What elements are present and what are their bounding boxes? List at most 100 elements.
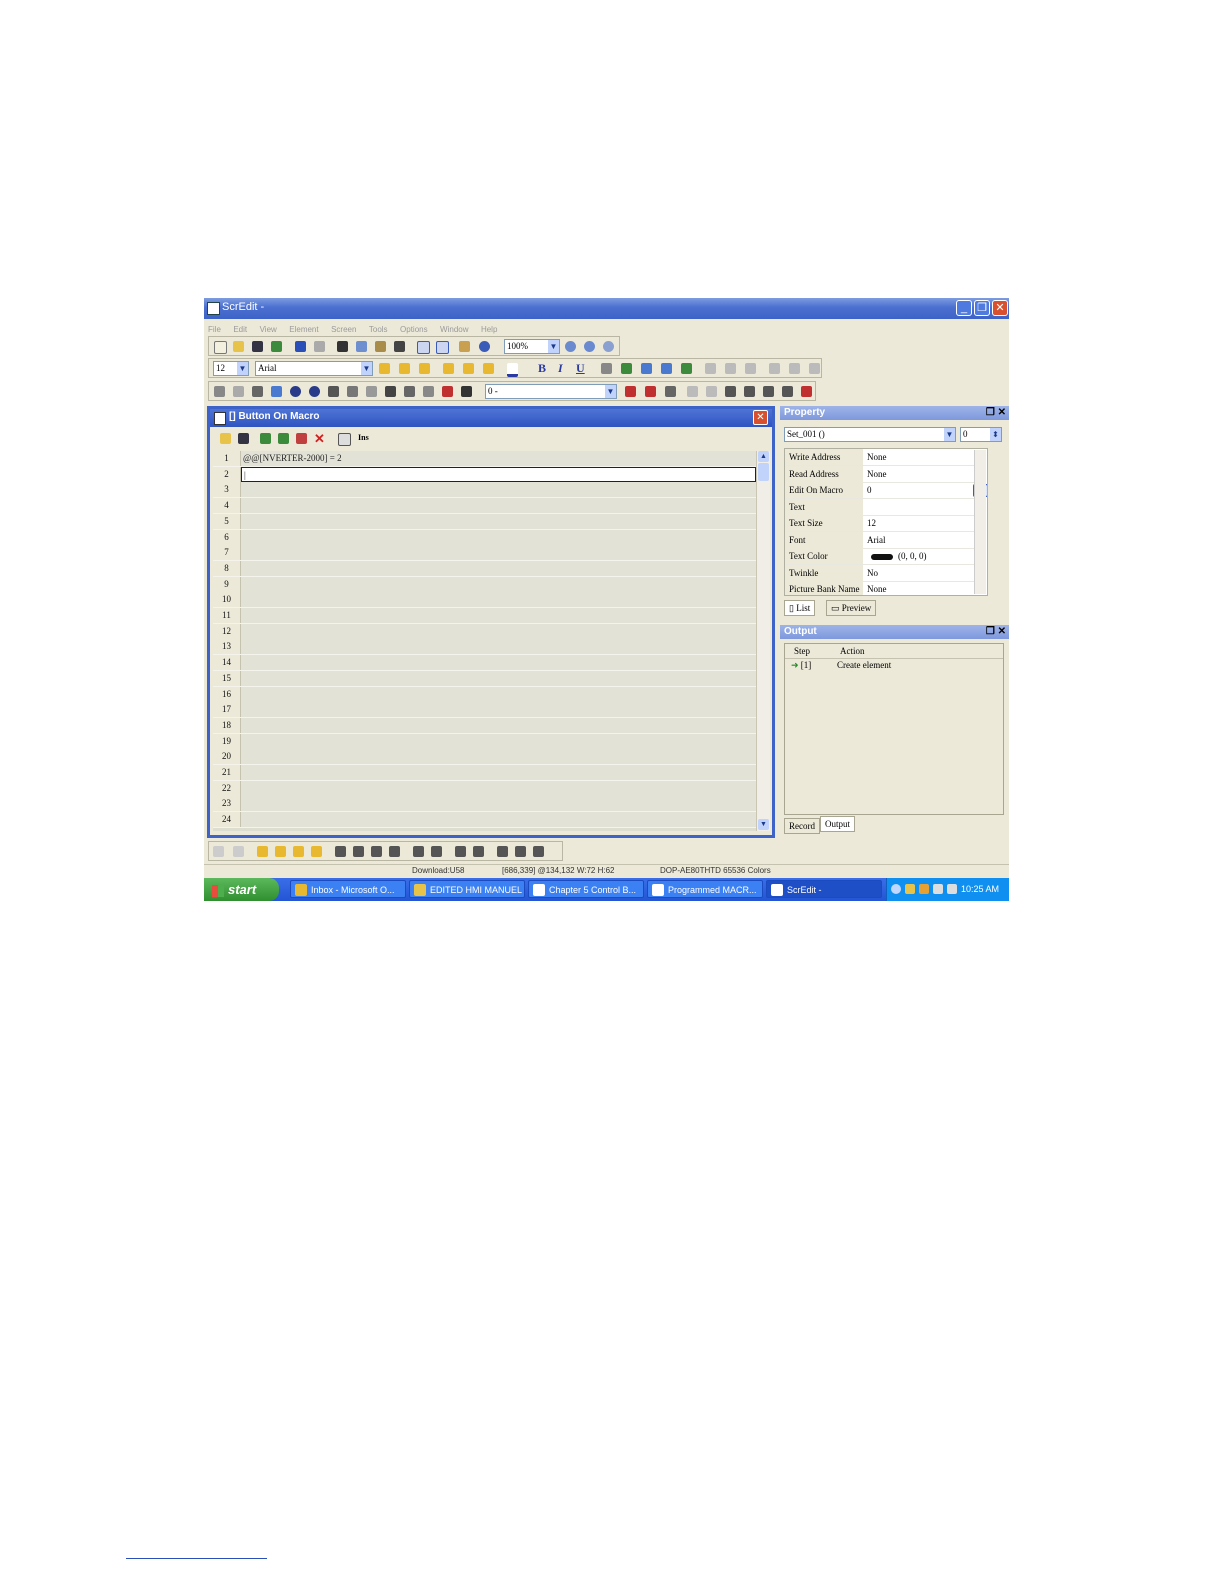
menu-file[interactable]: File <box>208 325 221 334</box>
task-scredit[interactable]: ScrEdit - <box>766 880 882 898</box>
keypad-element-icon[interactable] <box>461 386 472 397</box>
table-element-icon[interactable] <box>404 386 415 397</box>
pattern-element-icon[interactable] <box>328 386 339 397</box>
macro-line[interactable]: 17 <box>213 702 758 719</box>
line-text[interactable] <box>241 529 758 545</box>
group-icon[interactable] <box>661 363 672 374</box>
layout-1-icon[interactable] <box>705 363 716 374</box>
bring-front-icon[interactable] <box>257 846 268 857</box>
align-c-icon[interactable] <box>353 846 364 857</box>
alarm-element-icon[interactable] <box>442 386 453 397</box>
open-icon[interactable] <box>220 433 231 444</box>
line-text[interactable] <box>241 717 758 733</box>
tab-output[interactable]: Output <box>820 816 856 832</box>
property-row[interactable]: Read Address None <box>785 465 975 483</box>
picture-icon[interactable] <box>621 363 632 374</box>
ins-label[interactable]: Ins <box>358 433 369 442</box>
property-value[interactable]: No <box>867 565 975 581</box>
meter-element-icon[interactable] <box>233 386 244 397</box>
space-v-icon[interactable] <box>431 846 442 857</box>
forward-icon[interactable] <box>293 846 304 857</box>
line-text[interactable] <box>241 513 758 529</box>
property-value[interactable]: 0 <box>867 482 975 498</box>
tab-record[interactable]: Record <box>784 818 820 834</box>
line-text[interactable] <box>241 780 758 796</box>
tool-4-icon[interactable] <box>687 386 698 397</box>
center-v-icon[interactable] <box>515 846 526 857</box>
cut-icon[interactable] <box>337 341 348 352</box>
line-text[interactable] <box>241 812 758 828</box>
layout-4-icon[interactable] <box>769 363 780 374</box>
layer-select[interactable]: 0 - ▼ <box>485 384 617 399</box>
italic-button[interactable]: I <box>558 361 563 376</box>
line-text[interactable] <box>241 749 758 765</box>
network-icon[interactable] <box>933 884 943 894</box>
menu-tools[interactable]: Tools <box>369 325 388 334</box>
macro-line[interactable]: 16 <box>213 686 758 703</box>
layout-5-icon[interactable] <box>789 363 800 374</box>
line-text[interactable] <box>241 796 758 812</box>
move-up-icon[interactable] <box>260 433 271 444</box>
backward-icon[interactable] <box>311 846 322 857</box>
move-down-icon[interactable] <box>278 433 289 444</box>
display-element-icon[interactable] <box>366 386 377 397</box>
zoom-in-icon[interactable] <box>565 341 576 352</box>
property-row[interactable]: Font Arial <box>785 531 975 549</box>
line-text[interactable] <box>241 545 758 561</box>
save-icon[interactable] <box>252 341 263 352</box>
index-spinner[interactable]: 0 ⬍ <box>960 427 1002 442</box>
align-bottom-icon[interactable] <box>483 363 494 374</box>
restore-button[interactable]: ❐ <box>974 300 990 316</box>
output-row[interactable]: ➜ [1] Create element <box>791 660 891 671</box>
center-h-icon[interactable] <box>497 846 508 857</box>
pen-icon[interactable] <box>601 363 612 374</box>
property-value[interactable]: None <box>867 466 975 482</box>
screen-icon[interactable] <box>417 341 430 354</box>
zoom-out-icon[interactable] <box>584 341 595 352</box>
export-icon[interactable] <box>271 341 282 352</box>
move-icon[interactable] <box>681 363 692 374</box>
redo-icon[interactable] <box>314 341 325 352</box>
element-select[interactable]: Set_001 () ▼ <box>784 427 956 442</box>
tool-2-icon[interactable] <box>645 386 656 397</box>
center-both-icon[interactable] <box>533 846 544 857</box>
property-grid[interactable]: Write Address None Read Address None Edit On… <box>784 448 988 596</box>
underline-button[interactable]: U <box>576 361 585 376</box>
macro-line[interactable]: 14 <box>213 655 758 672</box>
property-value[interactable]: None <box>867 581 975 595</box>
line-text[interactable] <box>241 686 758 702</box>
macro-line[interactable]: 1 @@[NVERTER-2000] = 2 <box>213 451 758 467</box>
align-b-icon[interactable] <box>389 846 400 857</box>
line-text[interactable] <box>241 608 758 623</box>
find-icon[interactable] <box>394 341 405 352</box>
menu-element[interactable]: Element <box>289 325 318 334</box>
macro-line[interactable]: 24 <box>213 812 758 829</box>
scroll-thumb[interactable] <box>758 463 769 481</box>
menu-window[interactable]: Window <box>440 325 468 334</box>
align-right-icon[interactable] <box>419 363 430 374</box>
property-value[interactable]: 12 <box>867 515 975 531</box>
menu-options[interactable]: Options <box>400 325 428 334</box>
zoom-select[interactable]: 100% ▼ <box>504 339 560 354</box>
layout-6-icon[interactable] <box>809 363 820 374</box>
line-text[interactable] <box>241 592 758 608</box>
task-inbox[interactable]: Inbox - Microsoft O... <box>290 880 406 898</box>
align-center-icon[interactable] <box>399 363 410 374</box>
close-icon[interactable]: ✕ <box>314 432 325 445</box>
size-w-icon[interactable] <box>455 846 466 857</box>
align-top-icon[interactable] <box>443 363 454 374</box>
line-text[interactable] <box>241 670 758 686</box>
size-h-icon[interactable] <box>473 846 484 857</box>
menu-edit[interactable]: Edit <box>233 325 247 334</box>
new-icon[interactable] <box>214 341 227 354</box>
line-text[interactable] <box>241 733 758 749</box>
macro-line[interactable]: 13 <box>213 639 758 656</box>
line-text[interactable] <box>241 482 758 498</box>
property-row[interactable]: Write Address None <box>785 449 975 466</box>
line-text[interactable] <box>241 498 758 514</box>
circle-element-icon[interactable] <box>309 386 320 397</box>
undo-icon[interactable] <box>295 341 306 352</box>
property-row[interactable]: Twinkle No <box>785 564 975 582</box>
line-element-icon[interactable] <box>271 386 282 397</box>
menu-screen[interactable]: Screen <box>331 325 356 334</box>
